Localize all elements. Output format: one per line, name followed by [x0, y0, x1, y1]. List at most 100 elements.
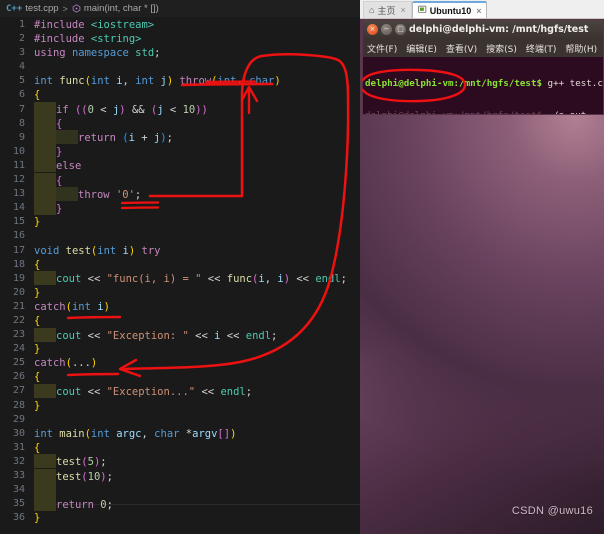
line-text: } [34, 286, 41, 299]
line-number: 26 [12, 371, 25, 383]
code-line: 24} [0, 342, 360, 356]
code-line: 5 int func(int i, int j) throw(int, char) [0, 74, 360, 88]
terminal-command: ./a.out [542, 110, 587, 114]
line-text: catch(int i) [34, 300, 110, 313]
code-line: 26 { [0, 370, 360, 384]
line-number: 25 [12, 357, 25, 369]
terminal-title-bar[interactable]: × − □ delphi@delphi-vm: /mnt/hgfs/test [363, 20, 603, 39]
line-text: test(10); [34, 468, 360, 484]
terminal-menu-bar[interactable]: 文件(F) 编辑(E) 查看(V) 搜索(S) 终端(T) 帮助(H) [363, 39, 603, 57]
terminal-command: g++ test.cpp [547, 78, 603, 90]
line-text: #include <iostream> [34, 19, 155, 31]
line-number: 36 [12, 512, 25, 524]
code-line: 18 { [0, 258, 360, 272]
line-number: 27 [12, 385, 25, 397]
line-number: 24 [12, 343, 25, 355]
line-text: cout << "Exception: " << i << endl; [34, 327, 360, 343]
line-number: 8 [18, 117, 25, 129]
terminal-prompt: delphi@delphi-vm:/mnt/hgfs/test$ [365, 78, 543, 90]
vm-desktop-pane: ⌂ 主页 × Ubuntu10 × × − □ delphi@delphi-vm… [360, 0, 604, 534]
line-number: 30 [12, 427, 25, 439]
code-line: 22 { [0, 314, 360, 328]
code-line: 7 if ((0 < j) && (j < 10)) [0, 102, 360, 117]
line-text: } [34, 200, 360, 216]
code-editor-pane: C++ test.cpp > main(int, char * []) 1 #in… [0, 0, 360, 534]
menu-edit[interactable]: 编辑(E) [406, 42, 437, 55]
line-text: } [34, 144, 360, 159]
line-number: 6 [18, 89, 25, 101]
line-text: int main(int argc, char *argv[]) [34, 427, 237, 440]
tab-close-icon[interactable]: × [476, 6, 481, 16]
line-text: } [34, 399, 41, 412]
code-line: 8{ [0, 116, 360, 131]
window-maximize-button[interactable]: □ [395, 24, 406, 35]
code-line: 33 test(10); [0, 468, 360, 484]
terminal-window[interactable]: × − □ delphi@delphi-vm: /mnt/hgfs/test 文… [362, 19, 604, 115]
line-number: 10 [12, 145, 25, 157]
code-line: 36} [0, 511, 360, 525]
code-line: 9 return (i + j); [0, 130, 360, 145]
code-line: 10} [0, 144, 360, 159]
menu-search[interactable]: 搜索(S) [486, 42, 517, 55]
line-text: return (i + j); [34, 130, 360, 145]
line-number: 14 [12, 202, 25, 214]
line-text: } [34, 216, 41, 229]
tab-ubuntu10-label: Ubuntu10 [429, 5, 472, 16]
line-text: { [34, 314, 41, 327]
line-text: #include <string> [34, 33, 142, 46]
breadcrumb-file[interactable]: test.cpp [25, 3, 58, 14]
window-close-button[interactable]: × [367, 24, 378, 35]
code-content[interactable]: 1 #include <iostream> 2 #include <string> … [0, 18, 360, 534]
menu-help[interactable]: 帮助(H) [565, 42, 597, 55]
line-number: 12 [12, 174, 25, 186]
line-text: cout << "func(i, i) = " << func(i, i) <<… [34, 271, 360, 286]
line-number: 2 [18, 33, 25, 45]
window-minimize-button[interactable]: − [381, 24, 392, 35]
line-text: { [34, 371, 41, 384]
line-number: 33 [12, 470, 25, 481]
line-number: 19 [12, 272, 25, 284]
tab-ubuntu10[interactable]: Ubuntu10 × [411, 1, 488, 18]
line-text: using namespace std; [34, 47, 161, 60]
line-number: 23 [12, 329, 25, 341]
menu-view[interactable]: 查看(V) [446, 42, 477, 55]
code-line: 2 #include <string> [0, 32, 360, 46]
line-text: { [34, 89, 41, 102]
cpp-file-icon: C++ [6, 3, 23, 14]
tab-close-icon[interactable]: × [400, 5, 405, 15]
line-number: 11 [12, 159, 25, 171]
line-text: int func(int i, int j) throw(int, char) [34, 75, 281, 88]
menu-terminal[interactable]: 终端(T) [526, 42, 557, 55]
line-number: 34 [12, 484, 25, 496]
line-text: { [34, 258, 41, 271]
code-line: 29 [0, 413, 360, 427]
terminal-output[interactable]: delphi@delphi-vm:/mnt/hgfs/test$ g++ tes… [363, 57, 603, 114]
code-line: 27 cout << "Exception..." << endl; [0, 383, 360, 398]
line-number: 29 [12, 413, 25, 425]
tab-home[interactable]: ⌂ 主页 × [363, 1, 412, 18]
line-number: 7 [18, 103, 25, 115]
code-line: 15} [0, 215, 360, 229]
code-line: 13 throw '0'; [0, 186, 360, 201]
maximize-icon: □ [397, 25, 404, 33]
line-number: 5 [18, 75, 25, 87]
breadcrumb-symbol[interactable]: main(int, char * []) [84, 3, 159, 14]
line-number: 28 [12, 399, 25, 411]
code-line: 23 cout << "Exception: " << i << endl; [0, 327, 360, 343]
line-number: 18 [12, 258, 25, 270]
line-number: 4 [18, 61, 25, 73]
code-line: 4 [0, 60, 360, 74]
menu-file[interactable]: 文件(F) [367, 42, 397, 55]
breadcrumb[interactable]: C++ test.cpp > main(int, char * []) [0, 0, 360, 18]
close-icon: × [369, 25, 376, 33]
code-line: 12 { [0, 172, 360, 188]
function-symbol-icon [72, 4, 81, 13]
line-text: test(5); [34, 454, 360, 469]
terminal-title: delphi@delphi-vm: /mnt/hgfs/test [409, 24, 589, 35]
code-line: 20} [0, 286, 360, 300]
line-number: 17 [12, 244, 25, 256]
code-line: 14} [0, 200, 360, 216]
line-number: 31 [12, 441, 25, 453]
line-text: { [34, 172, 360, 188]
line-number: 20 [12, 286, 25, 298]
